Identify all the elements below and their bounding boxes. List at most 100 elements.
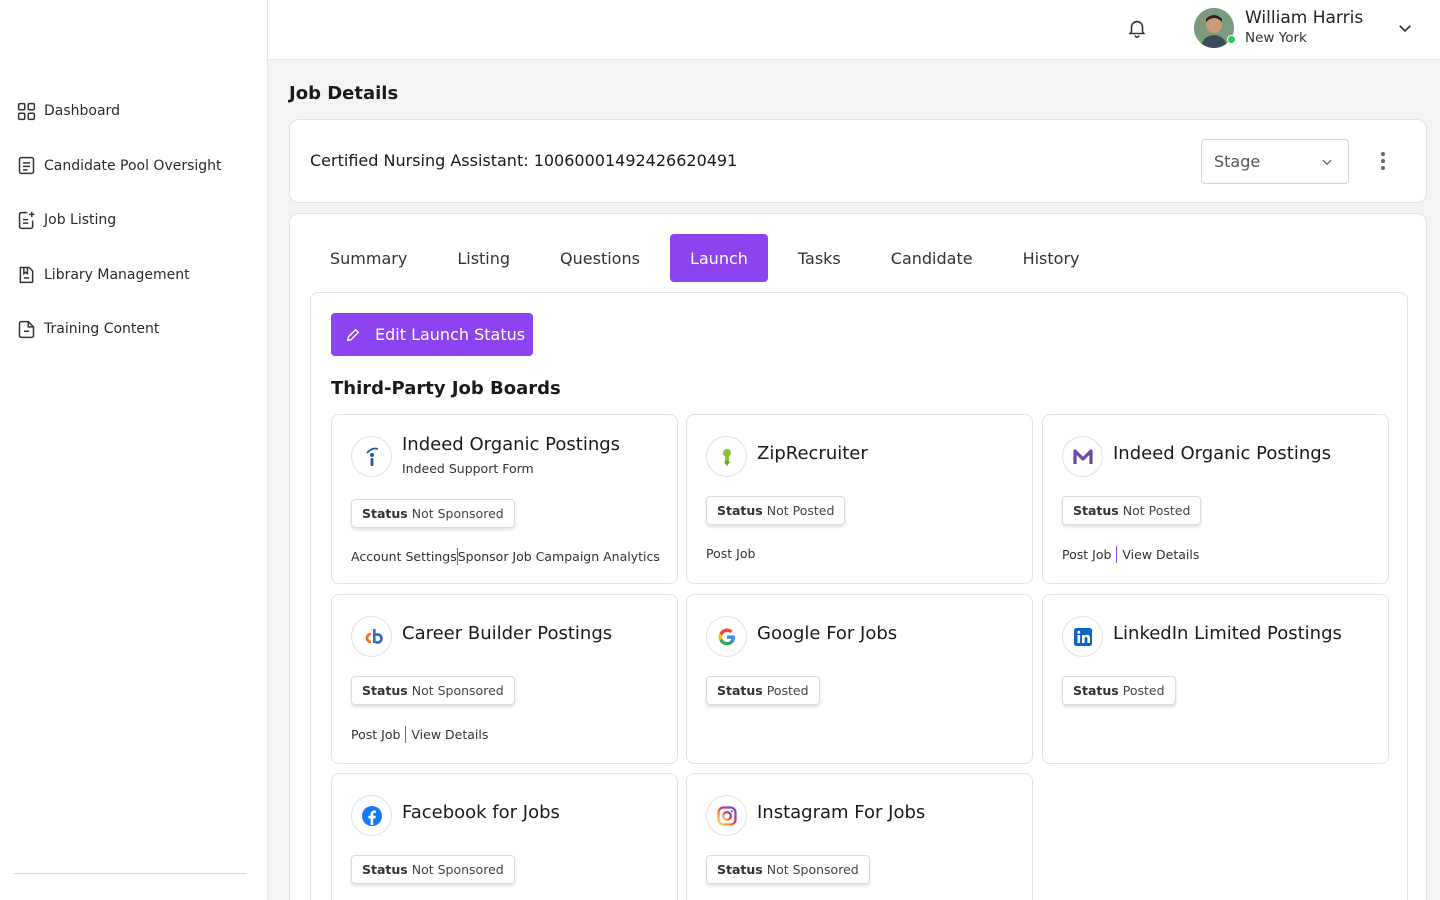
- pencil-icon: [346, 328, 360, 341]
- status-key: Status: [1073, 683, 1119, 698]
- job-board-card: Instagram For Jobs Status Not Sponsored: [686, 773, 1033, 900]
- online-status-indicator: [1227, 35, 1236, 44]
- user-location: New York: [1245, 30, 1307, 46]
- chevron-down-icon[interactable]: [1396, 19, 1414, 37]
- status-key: Status: [362, 862, 408, 877]
- sidebar-item-label: Job Listing: [44, 212, 117, 229]
- job-board-card: ZipRecruiter Status Not Posted Post Job: [686, 414, 1033, 584]
- monster-m-icon: [1062, 436, 1103, 477]
- status-badge: Status Posted: [706, 676, 820, 705]
- status-key: Status: [717, 683, 763, 698]
- more-options-icon[interactable]: [1373, 150, 1393, 172]
- sidebar: Dashboard Candidate Pool Oversight Job L…: [0, 0, 268, 900]
- job-board-card: Indeed Organic Postings Status Not Poste…: [1042, 414, 1389, 584]
- status-badge: Status Not Sponsored: [351, 676, 515, 705]
- status-value: Not Posted: [1122, 503, 1191, 518]
- tab-listing[interactable]: Listing: [437, 234, 530, 282]
- careerbuilder-icon: [351, 616, 392, 657]
- job-board-subtitle: Indeed Support Form: [402, 461, 534, 476]
- post-job-link[interactable]: Post Job: [351, 727, 400, 742]
- bell-icon[interactable]: [1126, 16, 1148, 40]
- status-value: Not Sponsored: [411, 506, 504, 521]
- job-board-name: LinkedIn Limited Postings: [1113, 623, 1342, 644]
- stage-dropdown-value: Stage: [1214, 152, 1261, 171]
- status-badge: Status Not Sponsored: [706, 855, 870, 884]
- edit-launch-status-button[interactable]: Edit Launch Status: [331, 313, 533, 356]
- job-board-actions: Post Job View Details: [1062, 546, 1199, 563]
- status-value: Not Posted: [766, 503, 835, 518]
- action-separator: [405, 726, 407, 743]
- status-badge: Status Not Sponsored: [351, 499, 515, 528]
- stage-dropdown[interactable]: Stage: [1201, 139, 1349, 184]
- job-board-name: Indeed Organic Postings: [1113, 443, 1332, 464]
- job-board-name: Career Builder Postings: [402, 623, 613, 644]
- job-board-actions: Account Settings Sponsor Job Campaign An…: [351, 548, 660, 565]
- indeed-icon: [351, 436, 392, 477]
- job-detail-panel: Summary Listing Questions Launch Tasks C…: [289, 213, 1427, 900]
- status-key: Status: [1073, 503, 1119, 518]
- bookmark-document-icon: [19, 267, 34, 284]
- status-badge: Status Not Sponsored: [351, 855, 515, 884]
- document-list-icon: [18, 157, 35, 175]
- status-key: Status: [362, 506, 408, 521]
- linkedin-icon: [1062, 616, 1103, 657]
- tab-launch[interactable]: Launch: [669, 234, 768, 282]
- status-value: Posted: [1122, 683, 1165, 698]
- sidebar-item-library-management[interactable]: Library Management: [0, 248, 268, 303]
- instagram-icon: [706, 795, 747, 836]
- status-badge: Status Posted: [1062, 676, 1176, 705]
- job-board-name: Instagram For Jobs: [757, 802, 926, 823]
- file-icon: [18, 320, 35, 338]
- tab-questions[interactable]: Questions: [540, 234, 660, 282]
- document-add-icon: [18, 211, 35, 229]
- job-board-actions: Post Job: [706, 546, 755, 561]
- chevron-down-icon: [1322, 159, 1332, 166]
- view-details-link[interactable]: View Details: [411, 727, 488, 742]
- tab-bar: Summary Listing Questions Launch Tasks C…: [310, 234, 1109, 282]
- job-board-card: Indeed Organic Postings Indeed Support F…: [331, 414, 678, 584]
- sidebar-divider: [14, 873, 247, 874]
- job-board-name: ZipRecruiter: [757, 443, 868, 464]
- tab-summary[interactable]: Summary: [310, 234, 427, 282]
- status-key: Status: [717, 862, 763, 877]
- post-job-link[interactable]: Post Job: [1062, 547, 1111, 562]
- sidebar-item-candidate-pool[interactable]: Candidate Pool Oversight: [0, 139, 268, 194]
- sidebar-item-label: Dashboard: [44, 103, 120, 120]
- sidebar-item-label: Training Content: [44, 321, 160, 338]
- grid-icon: [17, 102, 36, 120]
- edit-launch-status-label: Edit Launch Status: [375, 325, 526, 344]
- google-icon: [706, 616, 747, 657]
- tab-tasks[interactable]: Tasks: [778, 234, 861, 282]
- tab-history[interactable]: History: [1003, 234, 1100, 282]
- view-details-link[interactable]: View Details: [1122, 547, 1199, 562]
- sponsor-job-campaign-analytics-link[interactable]: Sponsor Job Campaign Analytics: [458, 549, 660, 564]
- sidebar-item-training-content[interactable]: Training Content: [0, 302, 268, 357]
- post-job-link[interactable]: Post Job: [706, 546, 755, 561]
- job-title: Certified Nursing Assistant: 10060001492…: [310, 151, 738, 170]
- status-key: Status: [362, 683, 408, 698]
- page-title: Job Details: [289, 83, 399, 104]
- user-name: William Harris: [1245, 8, 1364, 28]
- status-value: Not Sponsored: [411, 683, 504, 698]
- account-settings-link[interactable]: Account Settings: [351, 549, 457, 564]
- job-board-card: Google For Jobs Status Posted: [686, 594, 1033, 764]
- tab-candidate[interactable]: Candidate: [871, 234, 993, 282]
- topbar: William Harris New York: [268, 0, 1440, 60]
- job-board-name: Google For Jobs: [757, 623, 898, 644]
- launch-panel: Edit Launch Status Third-Party Job Board…: [310, 292, 1408, 900]
- job-board-card: Facebook for Jobs Status Not Sponsored: [331, 773, 678, 900]
- sidebar-item-label: Library Management: [44, 266, 190, 283]
- action-separator: [1116, 546, 1118, 563]
- status-badge: Status Not Posted: [1062, 496, 1202, 525]
- status-value: Posted: [766, 683, 809, 698]
- sidebar-item-label: Candidate Pool Oversight: [44, 157, 222, 174]
- facebook-icon: [351, 795, 392, 836]
- job-board-actions: Post Job View Details: [351, 726, 488, 743]
- status-badge: Status Not Posted: [706, 496, 846, 525]
- ziprecruiter-icon: [706, 436, 747, 477]
- sidebar-item-dashboard[interactable]: Dashboard: [0, 84, 268, 139]
- sidebar-item-job-listing[interactable]: Job Listing: [0, 193, 268, 248]
- job-header-card: Certified Nursing Assistant: 10060001492…: [289, 119, 1427, 203]
- status-value: Not Sponsored: [411, 862, 504, 877]
- sidebar-nav: Dashboard Candidate Pool Oversight Job L…: [0, 84, 268, 357]
